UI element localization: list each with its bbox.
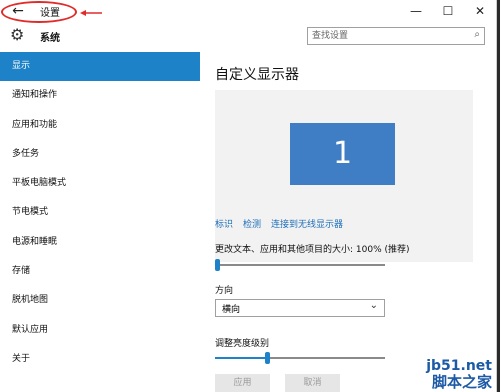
connect-wireless-link[interactable]: 连接到无线显示器: [271, 217, 343, 230]
orientation-dropdown[interactable]: 横向 ⌄: [215, 299, 385, 317]
settings-window: ← 设置 — ☐ ✕ ⚙ 系统 ⌕ 显示 通知和操作 应用和功能 多任务 平板电…: [0, 0, 497, 392]
orientation-value: 横向: [222, 305, 241, 315]
brightness-slider-fill: [215, 357, 265, 359]
sidebar-item-default-apps[interactable]: 默认应用: [0, 316, 200, 345]
detect-link[interactable]: 检测: [243, 217, 261, 230]
sidebar-item-storage[interactable]: 存储: [0, 257, 200, 286]
cancel-button[interactable]: 取消: [285, 374, 340, 392]
watermark-name: 脚本之家: [431, 373, 492, 391]
apply-button[interactable]: 应用: [215, 374, 270, 392]
gear-icon: ⚙: [10, 25, 25, 44]
identify-link[interactable]: 标识: [215, 217, 233, 230]
scale-slider[interactable]: [215, 259, 385, 271]
close-button[interactable]: ✕: [464, 0, 496, 22]
sidebar-item-offline-maps[interactable]: 脱机地图: [0, 286, 200, 315]
sidebar-item-battery-saver[interactable]: 节电模式: [0, 198, 200, 227]
section-title: 系统: [40, 33, 60, 44]
monitor-tile[interactable]: 1: [290, 123, 395, 185]
orientation-label: 方向: [215, 286, 234, 296]
minimize-button[interactable]: —: [400, 0, 432, 22]
sidebar-item-about[interactable]: 关于: [0, 345, 200, 374]
scale-slider-track: [215, 264, 385, 266]
brightness-label: 调整亮度级别: [215, 339, 270, 349]
chevron-down-icon: ⌄: [369, 300, 378, 311]
sidebar: 显示 通知和操作 应用和功能 多任务 平板电脑模式 节电模式 电源和睡眠 存储 …: [0, 52, 200, 374]
sidebar-item-tablet-mode[interactable]: 平板电脑模式: [0, 169, 200, 198]
scale-slider-thumb[interactable]: [215, 259, 220, 271]
sidebar-item-display[interactable]: 显示: [0, 52, 200, 82]
page-title: 自定义显示器: [215, 67, 299, 83]
maximize-button[interactable]: ☐: [432, 0, 464, 22]
display-preview: 1: [215, 90, 473, 262]
title-bar: ← 设置 — ☐ ✕: [0, 0, 496, 23]
scale-label: 更改文本、应用和其他项目的大小: 100% (推荐): [215, 245, 410, 255]
search-input[interactable]: [312, 29, 462, 43]
sidebar-item-apps[interactable]: 应用和功能: [0, 111, 200, 140]
sidebar-item-power-sleep[interactable]: 电源和睡眠: [0, 228, 200, 257]
search-box[interactable]: ⌕: [307, 27, 485, 45]
sidebar-item-notifications[interactable]: 通知和操作: [0, 81, 200, 110]
brightness-slider-thumb[interactable]: [265, 352, 270, 364]
sidebar-item-multitasking[interactable]: 多任务: [0, 140, 200, 169]
display-links: 标识 检测 连接到无线显示器: [215, 217, 343, 230]
brightness-slider[interactable]: [215, 352, 385, 364]
annotation-arrow: [80, 10, 102, 16]
search-icon[interactable]: ⌕: [474, 29, 480, 40]
annotation-ellipse: [1, 1, 77, 23]
window-controls: — ☐ ✕: [400, 0, 496, 22]
